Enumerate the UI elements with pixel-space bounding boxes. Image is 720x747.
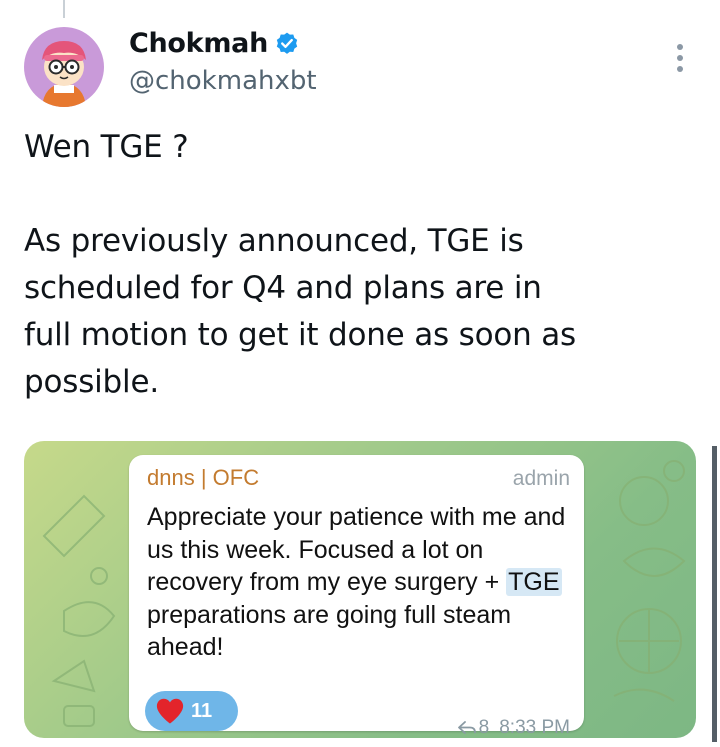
verified-badge-icon bbox=[274, 31, 300, 57]
message-text: Appreciate your patience with me and us … bbox=[147, 501, 572, 664]
message-sender-name: dnns | OFC bbox=[147, 465, 260, 490]
author-name-row[interactable]: Chokmah bbox=[129, 28, 300, 59]
more-dot bbox=[677, 66, 683, 72]
more-dot bbox=[677, 44, 683, 50]
admin-badge: admin bbox=[512, 467, 570, 490]
reply-arrow-icon bbox=[457, 721, 476, 734]
reply-count: 8 bbox=[478, 717, 490, 738]
tweet-text: Wen TGE ? As previously announced, TGE i… bbox=[24, 129, 576, 400]
message-text-part: preparations are going full steam ahead! bbox=[147, 600, 512, 662]
scrollbar[interactable] bbox=[712, 446, 717, 742]
more-dot bbox=[677, 55, 683, 61]
reaction-pill: 11 bbox=[145, 691, 238, 731]
avatar[interactable] bbox=[24, 27, 104, 107]
embedded-message-bubble: dnns | OFC admin Appreciate your patienc… bbox=[129, 455, 584, 738]
avatar-image bbox=[24, 27, 104, 107]
message-time: 8:33 PM bbox=[499, 717, 570, 738]
heart-icon bbox=[156, 698, 184, 724]
thread-connector-line bbox=[63, 0, 65, 18]
more-options-icon[interactable] bbox=[668, 40, 692, 76]
author-handle[interactable]: @chokmahxbt bbox=[129, 66, 317, 96]
author-display-name[interactable]: Chokmah bbox=[129, 28, 268, 59]
highlighted-word: TGE bbox=[506, 568, 562, 596]
reaction-count: 11 bbox=[191, 699, 213, 722]
message-meta: 8 8:33 PM bbox=[457, 717, 570, 738]
message-text-part: Appreciate your patience with me and us … bbox=[147, 503, 566, 596]
tweet-media-image[interactable]: dnns | OFC admin Appreciate your patienc… bbox=[24, 441, 696, 738]
